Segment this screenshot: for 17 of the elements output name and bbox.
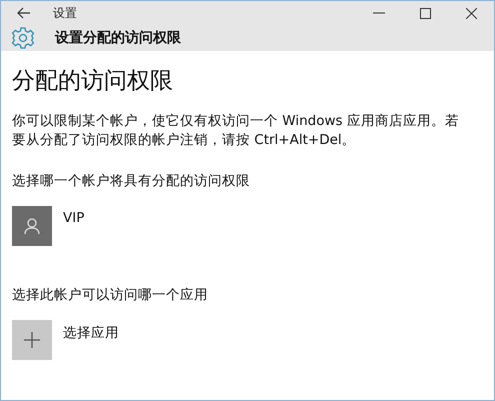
window-title: 设置 xyxy=(53,4,78,22)
close-icon xyxy=(466,8,476,18)
description-text: 你可以限制某个帐户，使它仅有权访问一个 Windows 应用商店应用。若要从分配了访问权限的帐户注销，请按 Ctrl+Alt+Del。 xyxy=(12,112,460,150)
back-arrow-icon xyxy=(17,7,31,19)
person-icon xyxy=(24,217,40,235)
minimize-icon xyxy=(373,12,385,14)
settings-icon xyxy=(11,26,35,50)
section-label: 选择哪一个帐户将具有分配的访问权限 xyxy=(12,172,251,190)
section-heading: 分配的访问权限 xyxy=(12,67,174,96)
maximize-icon xyxy=(420,8,430,18)
plus-icon xyxy=(23,331,41,349)
section-label: 选择此帐户可以访问哪一个应用 xyxy=(12,286,209,304)
account-name: VIP xyxy=(63,210,84,226)
choose-app-link[interactable]: 选择应用 xyxy=(63,324,119,342)
page-title: 设置分配的访问权限 xyxy=(55,29,181,47)
add-tile[interactable] xyxy=(12,320,52,360)
account-tile[interactable] xyxy=(12,206,52,246)
